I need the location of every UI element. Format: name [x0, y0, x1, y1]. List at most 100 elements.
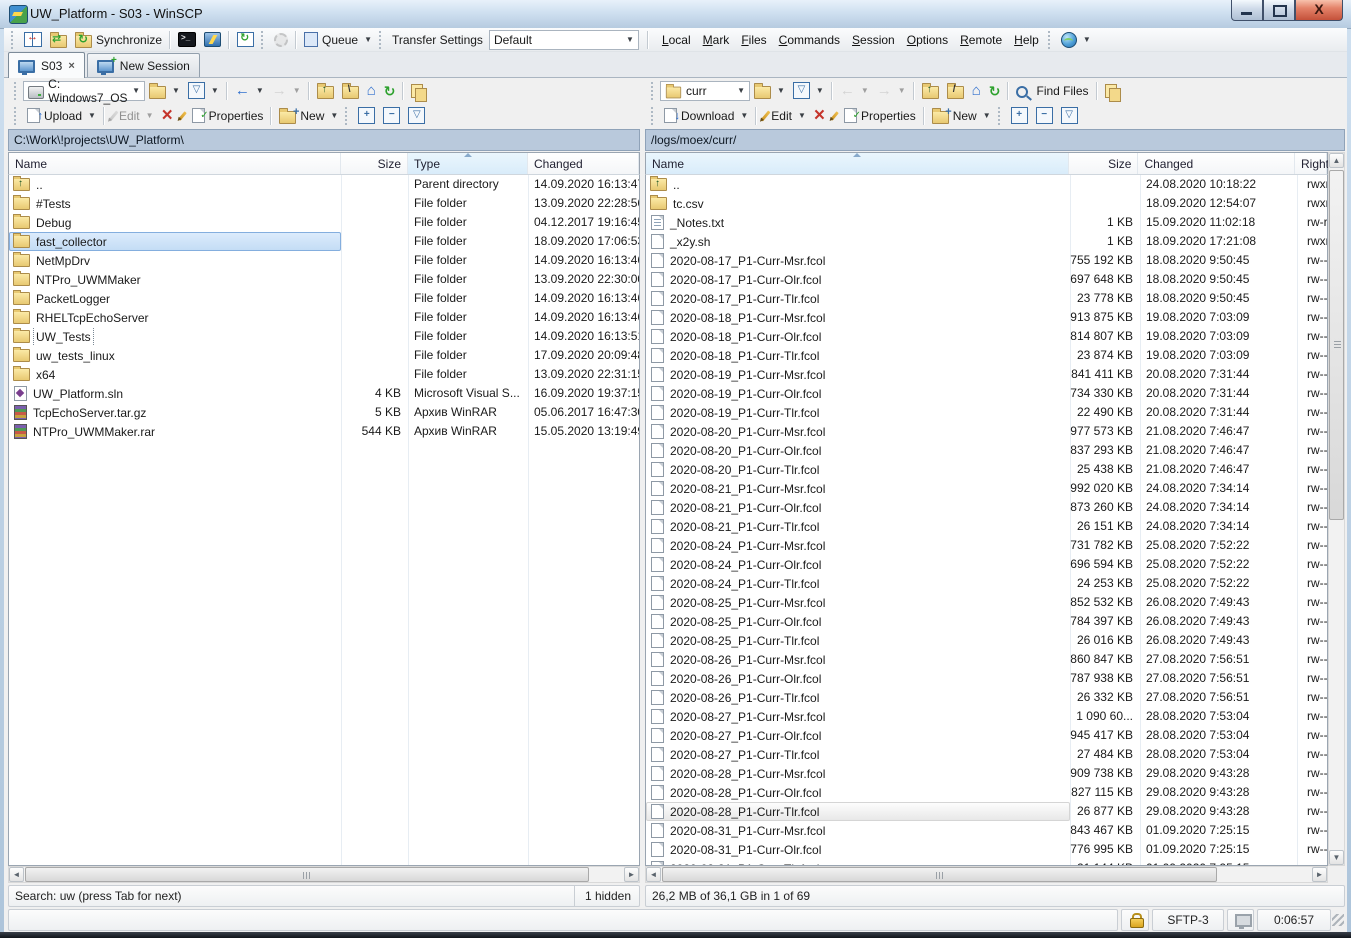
file-row[interactable]: 2020-08-31_P1-Curr-Olr.fcol776 995 KB01.…: [646, 840, 1327, 859]
column-header-changed[interactable]: Changed: [528, 153, 639, 174]
local-horizontal-scrollbar[interactable]: ◄ ►: [8, 866, 640, 883]
file-row[interactable]: 2020-08-31_P1-Curr-Msr.fcol843 467 KB01.…: [646, 821, 1327, 840]
remote-directory-combo[interactable]: curr ▼: [660, 81, 750, 101]
maximize-button[interactable]: [1263, 0, 1295, 21]
refresh-button[interactable]: ↻: [985, 81, 1005, 101]
invert-selection-button[interactable]: ▽: [404, 106, 429, 126]
remote-horizontal-scrollbar[interactable]: ◄ ►: [645, 866, 1328, 883]
file-row[interactable]: #TestsFile folder13.09.2020 22:28:56: [9, 194, 639, 213]
scroll-right-icon[interactable]: ►: [624, 867, 639, 882]
close-button[interactable]: X: [1295, 0, 1343, 21]
file-row[interactable]: 2020-08-25_P1-Curr-Olr.fcol784 397 KB26.…: [646, 612, 1327, 631]
menu-commands[interactable]: Commands: [779, 33, 840, 47]
file-row[interactable]: 2020-08-19_P1-Curr-Tlr.fcol22 490 KB20.0…: [646, 403, 1327, 422]
menu-options[interactable]: Options: [907, 33, 948, 47]
root-directory-button[interactable]: /: [943, 81, 968, 101]
scroll-left-icon[interactable]: ◄: [646, 867, 661, 882]
file-row[interactable]: 2020-08-20_P1-Curr-Olr.fcol837 293 KB21.…: [646, 441, 1327, 460]
file-row[interactable]: 2020-08-21_P1-Curr-Msr.fcol992 020 KB24.…: [646, 479, 1327, 498]
session-duration-cell[interactable]: 0:06:57: [1257, 909, 1331, 931]
file-row[interactable]: _x2y.sh1 KB18.09.2020 17:21:08rwxr-: [646, 232, 1327, 251]
file-row[interactable]: 2020-08-28_P1-Curr-Tlr.fcol26 877 KB29.0…: [646, 802, 1327, 821]
file-row[interactable]: 2020-08-17_P1-Curr-Msr.fcol755 192 KB18.…: [646, 251, 1327, 270]
root-directory-button[interactable]: \: [338, 81, 363, 101]
menu-help[interactable]: Help: [1014, 33, 1039, 47]
rename-button[interactable]: [829, 106, 840, 126]
column-header-size[interactable]: Size: [341, 153, 408, 174]
file-row[interactable]: 2020-08-18_P1-Curr-Tlr.fcol23 874 KB19.0…: [646, 346, 1327, 365]
server-cell[interactable]: [1227, 909, 1254, 931]
file-row[interactable]: 2020-08-20_P1-Curr-Tlr.fcol25 438 KB21.0…: [646, 460, 1327, 479]
file-row[interactable]: x64File folder13.09.2020 22:31:15: [9, 365, 639, 384]
delete-button[interactable]: ×: [158, 106, 177, 126]
file-row[interactable]: 2020-08-25_P1-Curr-Msr.fcol852 532 KB26.…: [646, 593, 1327, 612]
unselect-files-button[interactable]: −: [1032, 106, 1057, 126]
transfer-settings-combo[interactable]: Default ▼: [489, 30, 639, 50]
filter-button[interactable]: ▽▼: [789, 81, 828, 101]
home-directory-button[interactable]: ⌂: [968, 81, 985, 101]
scroll-right-icon[interactable]: ►: [1312, 867, 1327, 882]
file-row[interactable]: NTPro_UWMMakerFile folder13.09.2020 22:3…: [9, 270, 639, 289]
column-header-size[interactable]: Size: [1069, 153, 1139, 174]
scroll-down-icon[interactable]: ▼: [1329, 850, 1344, 865]
add-bookmark-button[interactable]: [1101, 81, 1121, 101]
putty-button[interactable]: [200, 30, 225, 50]
file-row[interactable]: PacketLoggerFile folder14.09.2020 16:13:…: [9, 289, 639, 308]
delete-button[interactable]: ×: [810, 106, 829, 126]
file-row[interactable]: 2020-08-18_P1-Curr-Olr.fcol814 807 KB19.…: [646, 327, 1327, 346]
menu-local[interactable]: Local: [662, 33, 691, 47]
file-row[interactable]: 2020-08-19_P1-Curr-Msr.fcol841 411 KB20.…: [646, 365, 1327, 384]
scroll-left-icon[interactable]: ◄: [9, 867, 24, 882]
file-row[interactable]: NetMpDrvFile folder14.09.2020 16:13:46: [9, 251, 639, 270]
file-row[interactable]: 2020-08-17_P1-Curr-Olr.fcol697 648 KB18.…: [646, 270, 1327, 289]
select-files-button[interactable]: +: [354, 106, 379, 126]
parent-directory-button[interactable]: ↑: [918, 81, 943, 101]
scrollbar-thumb[interactable]: [25, 867, 589, 882]
remote-path-bar[interactable]: /logs/moex/curr/: [645, 129, 1345, 151]
unselect-files-button[interactable]: −: [379, 106, 404, 126]
forward-button[interactable]: →▼: [873, 81, 910, 101]
column-header-changed[interactable]: Changed: [1138, 153, 1295, 174]
file-row[interactable]: _Notes.txt1 KB15.09.2020 11:02:18rw-r-: [646, 213, 1327, 232]
file-row[interactable]: 2020-08-25_P1-Curr-Tlr.fcol26 016 KB26.0…: [646, 631, 1327, 650]
remote-vertical-scrollbar[interactable]: ▲ ▼: [1328, 152, 1345, 866]
new-button[interactable]: + New ▼: [928, 106, 995, 126]
update-button[interactable]: ▼: [1057, 30, 1095, 50]
file-row[interactable]: 2020-08-24_P1-Curr-Msr.fcol731 782 KB25.…: [646, 536, 1327, 555]
column-header-right[interactable]: Right: [1295, 153, 1327, 174]
upload-button[interactable]: ↑ Upload ▼: [23, 106, 100, 126]
file-row[interactable]: tc.csv18.09.2020 12:54:07rwxr-: [646, 194, 1327, 213]
file-row[interactable]: 2020-08-24_P1-Curr-Olr.fcol696 594 KB25.…: [646, 555, 1327, 574]
local-path-bar[interactable]: C:\Work\!projects\UW_Platform\: [8, 129, 640, 151]
column-header-type[interactable]: Type: [408, 153, 528, 174]
close-tab-icon[interactable]: ×: [68, 60, 74, 72]
file-row[interactable]: ..Parent directory14.09.2020 16:13:47: [9, 175, 639, 194]
back-button[interactable]: ←▼: [836, 81, 873, 101]
file-row[interactable]: 2020-08-28_P1-Curr-Olr.fcol827 115 KB29.…: [646, 783, 1327, 802]
file-row[interactable]: uw_tests_linuxFile folder17.09.2020 20:0…: [9, 346, 639, 365]
home-directory-button[interactable]: ⌂: [363, 81, 380, 101]
column-header-name[interactable]: Name: [646, 153, 1069, 174]
properties-button[interactable]: ✓ Properties: [188, 106, 268, 126]
scroll-up-icon[interactable]: ▲: [1329, 153, 1344, 168]
file-row[interactable]: 2020-08-26_P1-Curr-Olr.fcol787 938 KB27.…: [646, 669, 1327, 688]
edit-button[interactable]: Edit ▼: [108, 106, 158, 126]
tab-s03[interactable]: S03 ×: [8, 52, 85, 78]
file-row[interactable]: RHELTcpEchoServerFile folder14.09.2020 1…: [9, 308, 639, 327]
preferences-button[interactable]: [270, 30, 292, 50]
menu-files[interactable]: Files: [741, 33, 766, 47]
queue-button[interactable]: Queue ▼: [300, 30, 376, 50]
file-row[interactable]: UW_TestsFile folder14.09.2020 16:13:51: [9, 327, 639, 346]
download-button[interactable]: ↓ Download ▼: [660, 106, 752, 126]
edit-button[interactable]: Edit ▼: [760, 106, 810, 126]
file-row[interactable]: 2020-08-21_P1-Curr-Tlr.fcol26 151 KB24.0…: [646, 517, 1327, 536]
file-row[interactable]: TcpEchoServer.tar.gz5 KBАрхив WinRAR05.0…: [9, 403, 639, 422]
file-row[interactable]: 2020-08-31_P1-Curr-Tlr.fcol21 144 KB01.0…: [646, 859, 1327, 866]
filter-button[interactable]: ▽▼: [184, 81, 223, 101]
invert-selection-button[interactable]: ▽: [1057, 106, 1082, 126]
new-button[interactable]: + New ▼: [275, 106, 342, 126]
protocol-cell[interactable]: SFTP-3: [1152, 909, 1224, 931]
file-row[interactable]: 2020-08-18_P1-Curr-Msr.fcol913 875 KB19.…: [646, 308, 1327, 327]
rename-button[interactable]: [177, 106, 188, 126]
open-terminal-button[interactable]: [174, 30, 200, 50]
